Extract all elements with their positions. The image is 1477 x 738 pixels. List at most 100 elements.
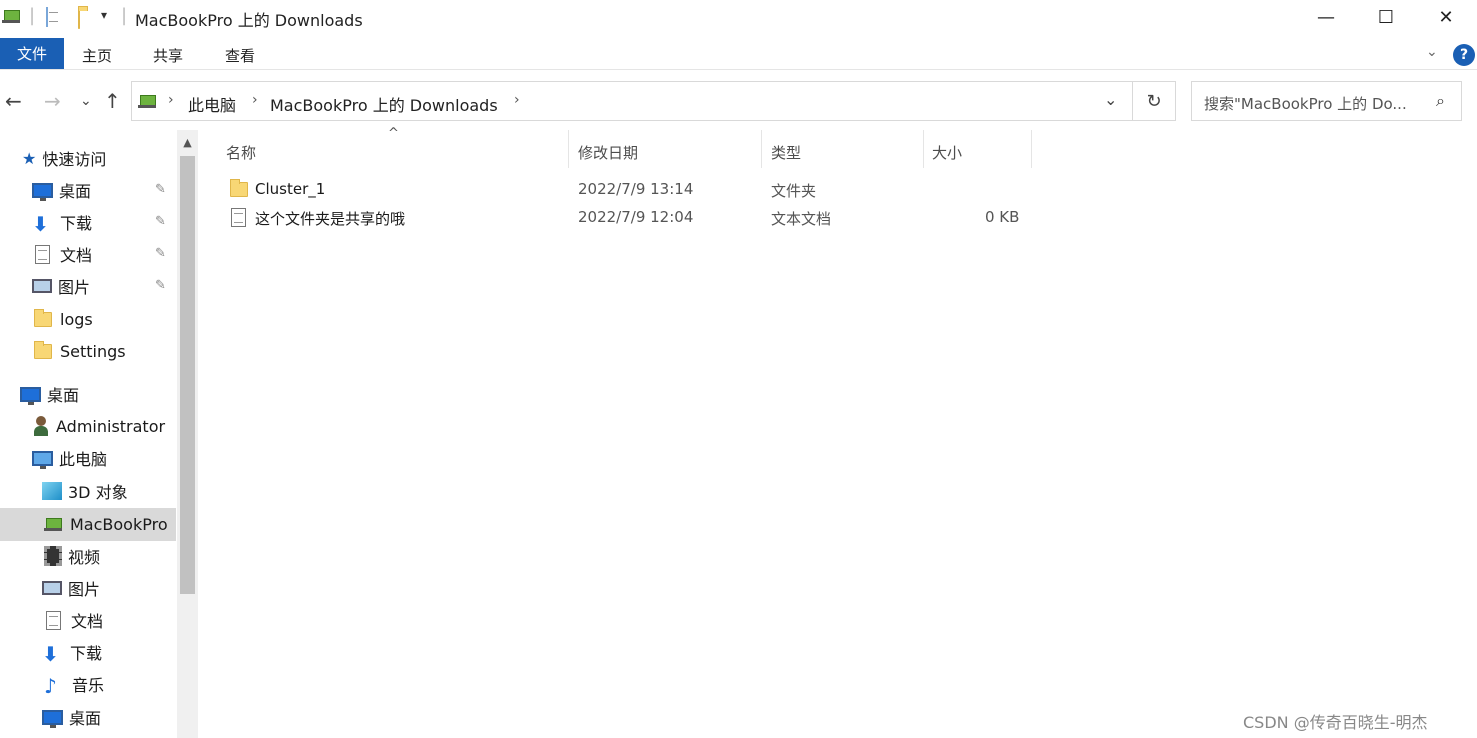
new-folder-icon[interactable] [78,9,80,29]
sidebar-item-desktop[interactable]: 桌面 [32,175,91,205]
sidebar-item-macbookpro[interactable]: MacBookPro [44,509,168,539]
search-placeholder[interactable]: 搜索"MacBookPro 上的 Do... [1204,93,1407,114]
table-row[interactable]: 这个文件夹是共享的哦 2022/7/9 12:04 文本文档 0 KB [220,205,1030,231]
tab-share[interactable]: 共享 [153,45,183,66]
document-icon [46,610,61,630]
breadcrumb-separator[interactable]: › [514,92,520,108]
pin-icon[interactable]: ✎ [155,246,166,261]
address-bar[interactable]: › 此电脑 › MacBookPro 上的 Downloads › ⌄ [131,81,1133,121]
sidebar-item-label: logs [60,309,93,329]
address-dropdown-icon[interactable]: ⌄ [1104,90,1117,109]
music-icon: ♪ [44,674,57,698]
scroll-up-arrow-icon[interactable]: ▲ [177,132,198,152]
sidebar-item-label: 下载 [60,214,93,233]
pin-icon[interactable]: ✎ [155,214,166,229]
sidebar-item-downloads-pc[interactable]: ⬇ 下载 [42,637,102,667]
column-header-size[interactable]: 大小 [932,142,962,163]
sidebar-item-3d-objects[interactable]: 3D 对象 [42,476,128,506]
sidebar-item-settings[interactable]: Settings [34,336,126,366]
sidebar-item-pictures[interactable]: 图片 [32,271,90,301]
maximize-button[interactable]: ☐ [1355,0,1417,34]
file-type: 文本文档 [771,210,832,228]
back-button[interactable]: ← [5,89,22,113]
tab-home[interactable]: 主页 [82,45,112,66]
network-drive-icon [44,516,62,532]
sidebar-item-label: 文档 [71,612,104,631]
window-title: MacBookPro 上的 Downloads [135,11,363,30]
sidebar-item-logs[interactable]: logs [34,304,93,334]
sidebar-item-downloads[interactable]: ⬇ 下载 [32,207,92,237]
minimize-button[interactable]: — [1295,0,1357,34]
cube-icon [42,482,62,500]
document-icon [35,244,50,264]
forward-button[interactable]: → [44,89,61,113]
sidebar-item-label: 3D 对象 [68,483,128,502]
network-drive-icon [138,93,156,109]
breadcrumb-this-pc[interactable]: 此电脑 [188,92,236,116]
sidebar-item-this-pc[interactable]: 此电脑 [32,443,107,473]
file-name: 这个文件夹是共享的哦 [255,210,406,228]
table-row[interactable]: Cluster_1 2022/7/9 13:14 文件夹 [220,176,1030,202]
scrollbar-thumb[interactable] [180,156,195,594]
sidebar-item-videos[interactable]: 视频 [44,541,100,571]
sidebar-item-label: 此电脑 [59,450,108,469]
sidebar-item-desktop-pc[interactable]: 桌面 [42,702,101,732]
sidebar-item-desktop-root[interactable]: 桌面 [20,379,79,409]
column-divider[interactable] [761,130,762,168]
sidebar-quick-access[interactable]: ★ 快速访问 [22,143,106,173]
sidebar-item-label: MacBookPro [70,514,168,534]
ribbon-expand-icon[interactable]: ⌄ [1426,44,1438,60]
search-icon[interactable]: ⌕ [1436,91,1445,111]
help-button[interactable]: ? [1453,44,1475,66]
tab-file[interactable]: 文件 [0,38,64,69]
column-divider[interactable] [923,130,924,168]
sidebar-item-label: 桌面 [59,182,92,201]
sidebar-item-documents-pc[interactable]: 文档 [46,605,103,635]
properties-icon[interactable] [46,7,48,27]
sidebar-item-label: Settings [60,341,126,361]
column-header-name[interactable]: 名称 [226,142,256,163]
file-list: ^ 名称 修改日期 类型 大小 Cluster_1 2022/7/9 13:14… [200,126,1477,738]
breadcrumb-downloads[interactable]: MacBookPro 上的 Downloads [270,92,498,116]
star-icon: ★ [22,148,37,168]
close-button[interactable]: ✕ [1415,0,1477,34]
column-divider[interactable] [1031,130,1032,168]
picture-icon [32,279,52,293]
sidebar-item-label: 文档 [60,246,93,265]
sidebar-item-label: 快速访问 [42,150,107,169]
sidebar-item-documents[interactable]: 文档 [35,239,92,269]
sidebar-item-label: 视频 [68,548,101,567]
folder-icon [34,340,52,359]
ribbon-tabs: 文件 主页 共享 查看 ⌄ ? [0,38,1477,70]
up-button[interactable]: ↑ [104,89,121,113]
sidebar-scrollbar[interactable]: ▲ [177,130,198,738]
sidebar-item-administrator[interactable]: Administrator [32,411,165,441]
sidebar-item-label: 图片 [68,580,101,599]
quick-access-toolbar-dropdown-icon[interactable]: ▾ [101,8,107,22]
sidebar-item-label: 桌面 [47,386,80,405]
file-type: 文件夹 [771,182,817,200]
folder-icon [34,308,52,327]
desktop-icon [32,182,53,201]
user-icon [32,416,50,436]
sidebar-item-music[interactable]: ♪ 音乐 [44,669,104,699]
sidebar-item-label: 图片 [58,278,91,297]
sidebar-item-label: 音乐 [72,676,105,695]
tab-view[interactable]: 查看 [225,45,255,66]
text-file-icon [231,208,246,227]
toolbar-separator: | [121,5,128,26]
refresh-button[interactable]: ↻ [1132,81,1176,121]
breadcrumb-separator[interactable]: › [252,92,258,108]
sort-ascending-icon: ^ [388,126,399,141]
pin-icon[interactable]: ✎ [155,182,166,197]
recent-locations-button[interactable]: ⌄ [80,93,92,109]
breadcrumb-separator[interactable]: › [168,92,174,108]
pin-icon[interactable]: ✎ [155,278,166,293]
sidebar-item-pictures-pc[interactable]: 图片 [42,573,100,603]
file-size: 0 KB [985,208,1020,226]
video-icon [44,546,62,566]
column-header-type[interactable]: 类型 [771,142,801,163]
column-divider[interactable] [568,130,569,168]
column-header-modified[interactable]: 修改日期 [578,142,638,163]
search-box[interactable]: 搜索"MacBookPro 上的 Do... ⌕ [1191,81,1462,121]
